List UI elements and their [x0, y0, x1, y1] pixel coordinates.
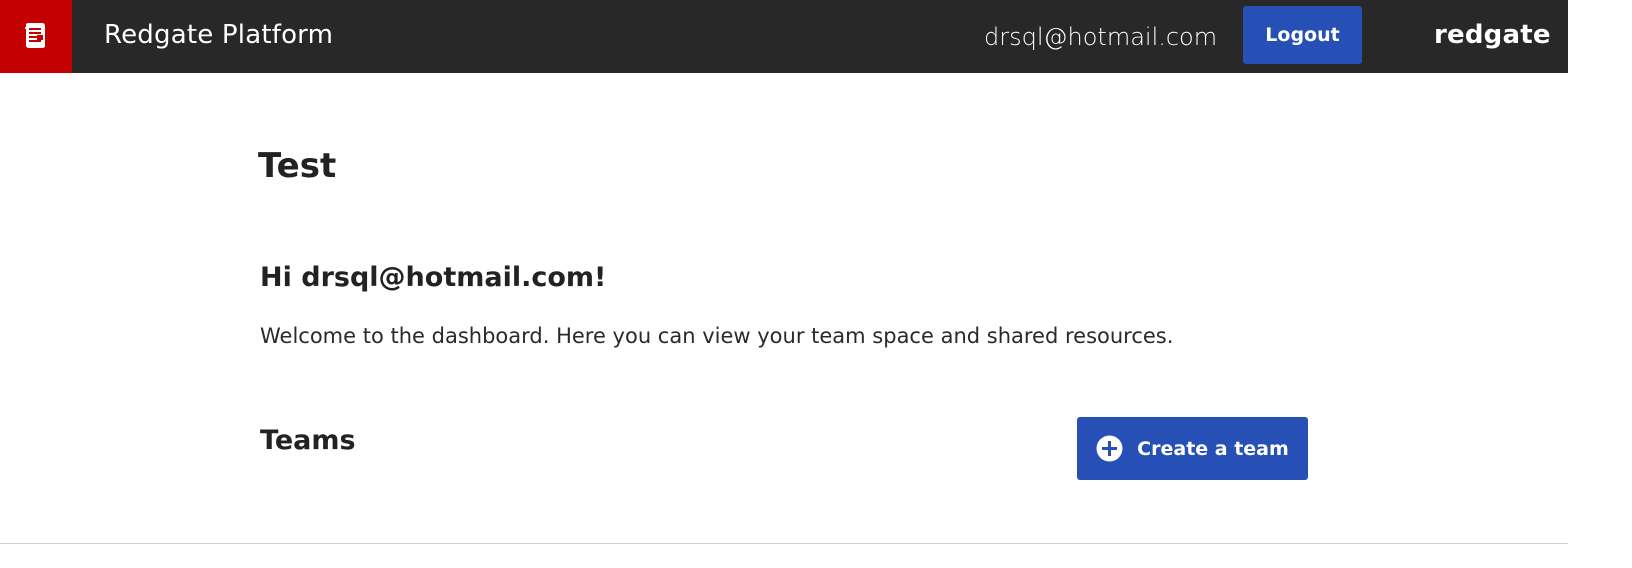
logout-button[interactable]: Logout — [1243, 6, 1362, 64]
top-navigation-bar: Redgate Platform drsql@hotmail.com Logou… — [0, 0, 1568, 73]
logo-tile[interactable] — [0, 0, 72, 73]
create-team-button[interactable]: Create a team — [1077, 417, 1308, 480]
window-bottom-border — [0, 543, 1568, 544]
right-margin — [1568, 0, 1632, 568]
redgate-platform-logo-icon — [23, 20, 49, 54]
create-team-label: Create a team — [1137, 437, 1289, 460]
app-title[interactable]: Redgate Platform — [104, 18, 333, 52]
user-email: drsql@hotmail.com — [984, 23, 1218, 51]
plus-circle-icon — [1096, 435, 1123, 462]
welcome-text: Welcome to the dashboard. Here you can v… — [260, 324, 1174, 348]
page: Redgate Platform drsql@hotmail.com Logou… — [0, 0, 1632, 568]
redgate-brand-logo: redgate — [1434, 20, 1551, 50]
page-title: Test — [258, 146, 337, 186]
greeting-heading: Hi drsql@hotmail.com! — [260, 262, 607, 293]
teams-heading: Teams — [260, 425, 356, 456]
